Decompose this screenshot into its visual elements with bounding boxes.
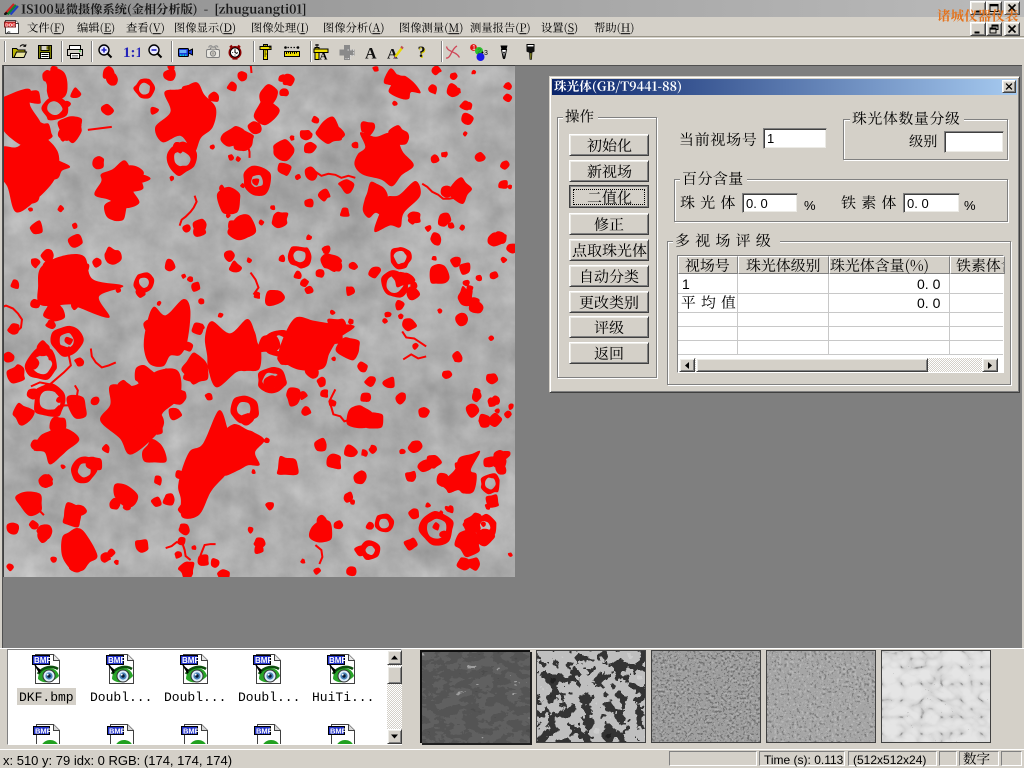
svg-text:E: E: [269, 46, 273, 52]
svg-text:3: 3: [484, 50, 488, 57]
svg-text:A: A: [365, 46, 377, 62]
svg-text:BMP: BMP: [183, 726, 200, 735]
svg-text:1:1: 1:1: [123, 45, 140, 61]
svg-text:BMP: BMP: [109, 726, 126, 735]
svg-text:A: A: [320, 51, 328, 62]
svg-text:?: ?: [418, 44, 426, 61]
svg-text:DOC: DOC: [5, 22, 16, 27]
svg-text:BMP: BMP: [256, 726, 273, 735]
svg-text:BMP: BMP: [35, 726, 52, 735]
svg-text:BMP: BMP: [330, 726, 347, 735]
